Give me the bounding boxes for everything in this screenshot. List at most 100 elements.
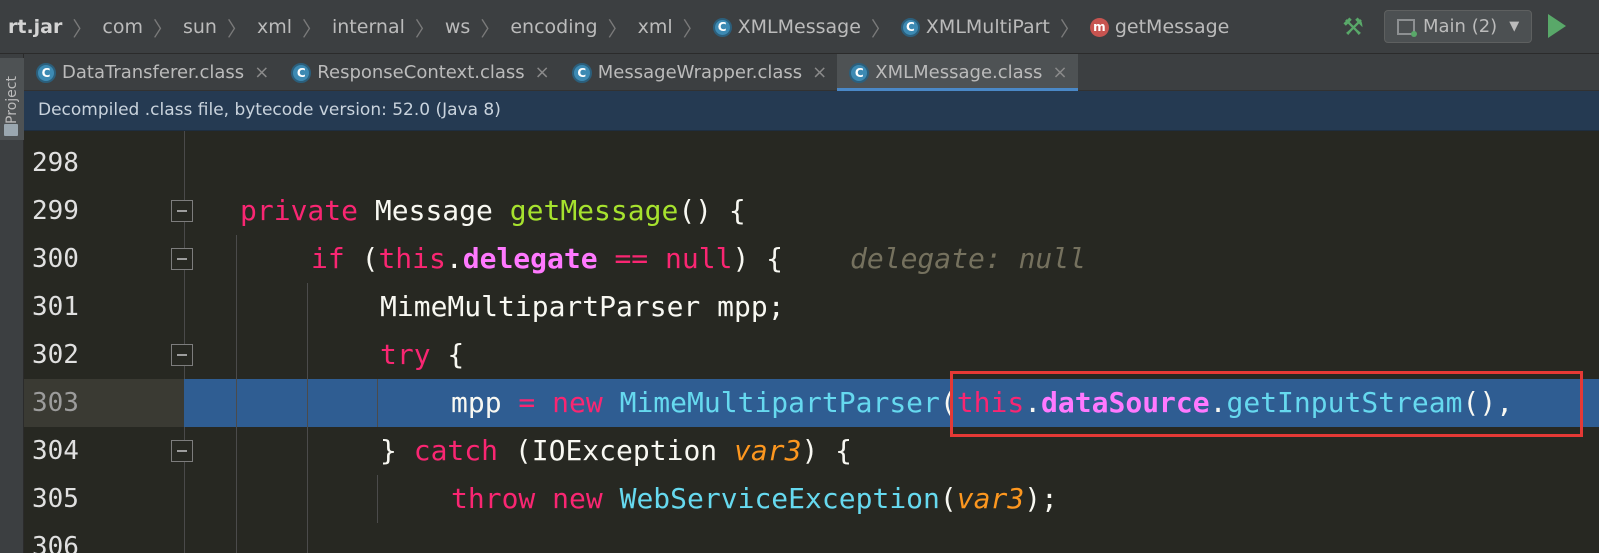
- breadcrumb-item-xmlmultipart[interactable]: C XMLMultiPart: [900, 16, 1050, 38]
- code-line: 300 if (this.delegate == null) { delegat…: [24, 235, 1599, 283]
- code-line: 306: [24, 523, 1599, 553]
- punctuation: ) {: [732, 242, 784, 275]
- variable: mpp: [451, 386, 502, 419]
- breadcrumb-separator: 〉: [72, 16, 93, 41]
- indent-guide: [307, 283, 308, 553]
- constructor-name: MimeMultipartParser: [619, 386, 940, 419]
- annotation-highlight-box: [950, 371, 1583, 437]
- code-line: 305 throw new WebServiceException(var3);: [24, 475, 1599, 523]
- fold-marker-icon[interactable]: [171, 344, 193, 366]
- run-configuration-dropdown[interactable]: Main (2) ▼: [1384, 10, 1532, 43]
- decompiled-info-banner: Decompiled .class file, bytecode version…: [24, 91, 1599, 131]
- breadcrumb-label: XMLMessage: [737, 16, 861, 38]
- breadcrumb: rt.jar 〉 com 〉 sun 〉 xml 〉 internal 〉 ws…: [8, 0, 1229, 54]
- code-text: throw new WebServiceException(var3);: [451, 475, 1058, 523]
- code-line: 299 private Message getMessage() {: [24, 187, 1599, 235]
- line-number: 301: [32, 292, 79, 322]
- tab-responsecontext[interactable]: C ResponseContext.class ×: [279, 54, 559, 91]
- close-icon[interactable]: ×: [535, 62, 550, 83]
- close-icon[interactable]: ×: [254, 62, 269, 83]
- breadcrumb-separator: 〉: [480, 16, 501, 41]
- keyword: try: [380, 338, 431, 371]
- keyword: this: [378, 242, 446, 275]
- type-name: Message: [374, 194, 493, 227]
- editor-tab-bar: C DataTransferer.class × C ResponseConte…: [24, 54, 1599, 91]
- line-number: 299: [32, 196, 79, 226]
- tab-xmlmessage[interactable]: C XMLMessage.class ×: [837, 54, 1078, 91]
- code-text: private Message getMessage() {: [240, 187, 746, 235]
- close-icon[interactable]: ×: [812, 62, 827, 83]
- indent-guide: [377, 379, 378, 427]
- tab-label: ResponseContext.class: [317, 62, 525, 83]
- class-file-icon: C: [291, 62, 312, 83]
- indent-guide: [236, 235, 237, 553]
- run-configuration-label: Main (2): [1423, 16, 1498, 37]
- punctuation: (: [939, 482, 957, 515]
- code-line: 301 MimeMultipartParser mpp;: [24, 283, 1599, 331]
- class-icon: C: [712, 17, 732, 37]
- breadcrumb-label: getMessage: [1114, 16, 1230, 38]
- breadcrumb-item-com[interactable]: com: [102, 16, 143, 38]
- code-text: } catch (IOException var3) {: [380, 427, 852, 475]
- field-name: delegate: [462, 242, 598, 275]
- exception-type: (IOException: [498, 434, 735, 467]
- folder-icon: [4, 124, 18, 136]
- code-editor[interactable]: 298 299 private Message getMessage() { 3…: [24, 131, 1599, 553]
- punctuation: }: [380, 434, 414, 467]
- keyword: null: [665, 242, 733, 275]
- breadcrumb-item-jar[interactable]: rt.jar: [8, 16, 62, 38]
- tab-label: MessageWrapper.class: [597, 62, 803, 83]
- breadcrumb-separator: 〉: [870, 16, 891, 41]
- breadcrumb-item-getmessage[interactable]: m getMessage: [1089, 16, 1230, 38]
- breadcrumb-separator: 〉: [226, 16, 247, 41]
- method-name: getMessage: [509, 194, 679, 227]
- run-play-icon[interactable]: [1548, 14, 1566, 38]
- class-file-icon: C: [36, 62, 56, 83]
- breadcrumb-item-internal[interactable]: internal: [332, 16, 405, 38]
- breadcrumb-item-encoding[interactable]: encoding: [510, 16, 597, 38]
- breadcrumb-separator: 〉: [152, 16, 173, 41]
- inline-debug-hint: delegate: null: [850, 242, 1087, 275]
- fold-marker-icon[interactable]: [171, 200, 193, 222]
- breadcrumb-separator: 〉: [414, 16, 435, 41]
- operator: ==: [597, 242, 666, 275]
- fold-marker-icon[interactable]: [171, 248, 193, 270]
- punctuation: {: [430, 338, 465, 371]
- keyword: new: [552, 386, 603, 419]
- build-hammer-icon[interactable]: ⚒: [1340, 14, 1366, 40]
- line-number: 304: [32, 436, 79, 466]
- punctuation: );: [1024, 482, 1058, 515]
- class-icon: C: [900, 17, 920, 37]
- project-tool-label: Project: [4, 76, 20, 124]
- fold-end-icon[interactable]: [171, 440, 193, 462]
- breadcrumb-item-xmlmessage[interactable]: C XMLMessage: [712, 16, 861, 38]
- method-icon: m: [1089, 17, 1109, 37]
- parameter-name: var3: [956, 482, 1025, 515]
- keyword: new: [552, 482, 603, 515]
- breadcrumb-separator: 〉: [682, 16, 703, 41]
- class-name: WebServiceException: [619, 482, 940, 515]
- line-number: 302: [32, 340, 79, 370]
- line-number: 303: [32, 388, 79, 418]
- tab-label: XMLMessage.class: [875, 62, 1043, 83]
- breadcrumb-item-xml-package[interactable]: xml: [638, 16, 673, 38]
- breadcrumb-label: XMLMultiPart: [925, 16, 1050, 38]
- parameter-name: var3: [734, 434, 802, 467]
- code-text: MimeMultipartParser mpp;: [380, 290, 785, 323]
- breadcrumb-item-sun[interactable]: sun: [183, 16, 217, 38]
- keyword: throw: [451, 482, 536, 515]
- line-number: 305: [32, 484, 79, 514]
- breadcrumb-item-ws[interactable]: ws: [445, 16, 470, 38]
- operator: =: [501, 386, 553, 419]
- close-icon[interactable]: ×: [1052, 62, 1067, 83]
- class-file-icon: C: [571, 62, 592, 83]
- tab-messagewrapper[interactable]: C MessageWrapper.class ×: [560, 54, 837, 91]
- breadcrumb-item-xml[interactable]: xml: [257, 16, 292, 38]
- code-line: 298: [24, 139, 1599, 187]
- line-number: 306: [32, 532, 79, 553]
- breadcrumb-separator: 〉: [301, 16, 322, 41]
- punctuation: .: [445, 242, 463, 275]
- line-number: 298: [32, 148, 79, 178]
- tab-datatransferer[interactable]: C DataTransferer.class ×: [24, 54, 279, 91]
